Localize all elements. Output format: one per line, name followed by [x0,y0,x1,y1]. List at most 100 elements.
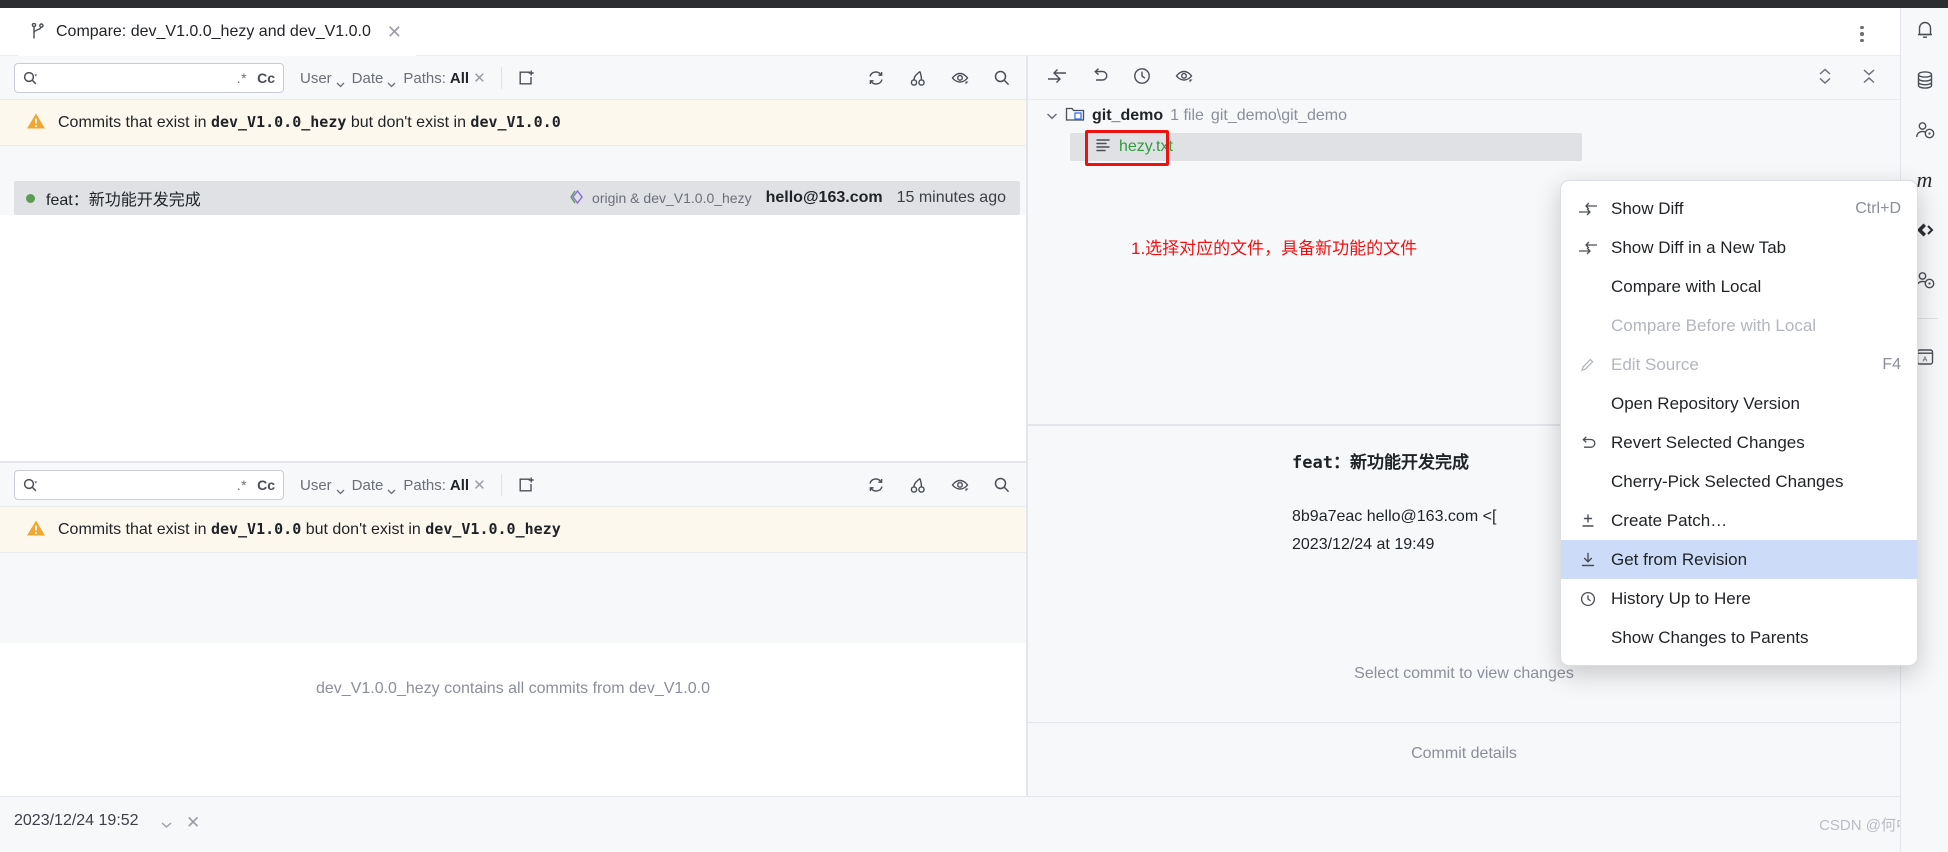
close-icon[interactable]: ✕ [186,813,200,833]
open-new-tab-icon[interactable] [517,69,535,87]
tab-compare-branches[interactable]: Compare: dev_V1.0.0_hezy and dev_V1.0.0 … [18,8,416,56]
search-icon[interactable] [992,475,1012,495]
filter-date[interactable]: Date [351,69,397,88]
bottom-log-warning-banner: Commits that exist in dev_V1.0.0 but don… [0,507,1030,553]
menu-item-cherry-pick-selected-changes[interactable]: Cherry-Pick Selected Changes [1561,462,1917,501]
tree-root-name: git_demo [1092,107,1164,124]
search-input[interactable]: .* Cc [14,470,284,500]
changes-placeholder: Select commit to view changes [1354,665,1574,682]
top-log-list-empty-area[interactable] [0,215,1026,461]
tree-root-count: 1 file [1170,107,1204,124]
eye-icon[interactable] [950,475,970,495]
commit-row[interactable]: feat：新功能开发完成 origin & dev_V1.0.0_hezy he… [14,181,1020,215]
chevron-down-icon [387,482,396,495]
show-diff-new-tab-icon [1577,240,1599,256]
regex-toggle[interactable]: .* [237,477,247,493]
warning-text: Commits that exist in dev_V1.0.0_hezy bu… [58,113,561,132]
context-menu: Show Diff Ctrl+D Show Diff in a New Tab … [1560,180,1918,666]
eye-icon[interactable] [1174,66,1194,90]
refresh-icon[interactable] [866,68,886,88]
menu-item-create-patch[interactable]: Create Patch… [1561,501,1917,540]
collapse-all-icon[interactable] [1860,66,1878,90]
status-timestamp: 2023/12/24 19:52 [14,812,139,829]
database-icon[interactable] [1913,68,1937,92]
filter-paths[interactable]: Paths: All ✕ [403,69,486,88]
expand-all-icon[interactable] [1816,66,1834,90]
show-diff-icon [1577,201,1599,217]
menu-item-show-changes-to-parents[interactable]: Show Changes to Parents [1561,618,1917,657]
filter-date-label: Date [351,69,384,87]
commit-details-subject-rest: ：新功能开发完成 [1332,453,1469,472]
module-folder-icon [1065,105,1085,127]
commit-branch-text: origin & dev_V1.0.0_hezy [592,190,752,206]
open-new-tab-icon[interactable] [517,476,535,494]
warning-middle: but don't exist in [346,114,471,131]
filter-paths-value: All [449,476,470,494]
menu-item-label: History Up to Here [1611,588,1751,608]
menu-item-open-repository-version[interactable]: Open Repository Version [1561,384,1917,423]
warning-prefix: Commits that exist in [58,521,211,538]
profiler-icon[interactable] [1913,118,1937,142]
close-icon[interactable]: ✕ [387,23,402,41]
menu-item-history-up-to-here[interactable]: History Up to Here [1561,579,1917,618]
changes-toolbar-left-icons [1046,56,1194,100]
commit-details-hash-author: 8b9a7eac hello@163.com <[ [1292,508,1497,525]
menu-item-shortcut: Ctrl+D [1855,199,1901,217]
menu-item-label: Cherry-Pick Selected Changes [1611,471,1844,491]
search-input[interactable]: .* Cc [14,63,284,93]
menu-item-revert-selected-changes[interactable]: Revert Selected Changes [1561,423,1917,462]
filter-paths[interactable]: Paths: All ✕ [403,476,486,495]
warning-text: Commits that exist in dev_V1.0.0 but don… [58,520,561,539]
menu-item-label: Get from Revision [1611,549,1748,569]
filter-date[interactable]: Date [351,476,397,495]
tree-row-root[interactable]: git_demo 1 file git_demo\git_demo [1046,105,1347,127]
filter-user[interactable]: User [300,476,345,495]
chevron-down-icon [387,75,396,88]
regex-toggle[interactable]: .* [237,70,247,86]
eye-icon[interactable] [950,68,970,88]
commit-status-dot [26,193,35,203]
show-diff-icon[interactable] [1046,66,1068,90]
filter-user[interactable]: User [300,69,345,88]
warning-branch-a: dev_V1.0.0 [210,520,302,538]
warning-middle: but don't exist in [301,521,426,538]
history-icon[interactable] [1132,66,1152,90]
commit-details-splitter[interactable] [1028,722,1900,723]
commit-details-footer-label: Commit details [1411,745,1517,762]
chevron-down-icon[interactable] [160,816,173,833]
menu-item-get-from-revision[interactable]: Get from Revision [1561,540,1917,579]
cherry-pick-icon[interactable] [908,68,928,88]
refresh-icon[interactable] [866,475,886,495]
search-icon [23,478,38,493]
menu-item-compare-before-with-local: Compare Before with Local [1561,306,1917,345]
more-actions-icon[interactable] [1852,24,1872,44]
filter-user-label: User [300,476,332,494]
menu-item-show-diff-new-tab[interactable]: Show Diff in a New Tab [1561,228,1917,267]
match-case-toggle[interactable]: Cc [257,477,275,493]
bottom-log-toolbar: .* Cc User Date Paths: All ✕ [0,463,1030,507]
search-icon [23,71,38,86]
menu-item-compare-with-local[interactable]: Compare with Local [1561,267,1917,306]
clear-filter-icon[interactable]: ✕ [473,69,486,87]
cherry-pick-icon[interactable] [908,475,928,495]
commit-details-subject-prefix: feat [1292,453,1333,473]
filter-user-label: User [300,69,332,87]
notifications-icon[interactable] [1913,18,1937,42]
menu-item-label: Create Patch… [1611,510,1728,530]
commit-meta: origin & dev_V1.0.0_hezy hello@163.com 1… [570,189,1020,207]
bottom-log-list-empty-area[interactable] [0,643,1026,796]
search-icon[interactable] [992,68,1012,88]
revert-icon[interactable] [1090,66,1110,90]
menu-item-show-diff[interactable]: Show Diff Ctrl+D [1561,189,1917,228]
branch-label-icon [570,189,587,207]
filter-date-label: Date [351,476,384,494]
create-patch-icon [1577,512,1599,530]
branch-icon [30,22,46,41]
menu-item-label: Edit Source [1611,354,1699,374]
menu-item-label: Revert Selected Changes [1611,432,1805,452]
clear-filter-icon[interactable]: ✕ [473,476,486,494]
toolbar-divider [500,67,502,89]
match-case-toggle[interactable]: Cc [257,70,275,86]
chevron-down-icon[interactable] [1046,107,1058,125]
changes-panel-toolbar [1028,56,1900,100]
